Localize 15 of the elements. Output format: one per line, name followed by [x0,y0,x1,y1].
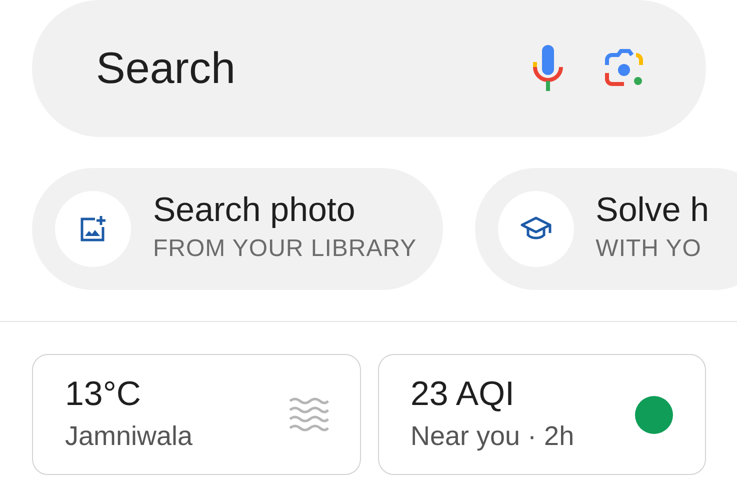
search-field[interactable]: Search [94,34,532,102]
add-image-icon [79,215,107,243]
weather-card[interactable]: 13°C Jamniwala [32,354,360,475]
graduation-cap-icon [520,216,552,242]
solve-homework-chip[interactable]: Solve h WITH YO [474,168,737,290]
card-subtitle: Jamniwala [65,420,193,454]
card-title: 23 AQI [410,374,516,416]
haze-icon [288,396,330,432]
microphone-icon[interactable] [532,44,564,92]
air-quality-card[interactable]: 23 AQI Near you · 2h [378,354,706,475]
card-subtitle: Near you · 2h [410,420,574,454]
search-bar[interactable]: Search [32,0,706,137]
camera-lens-icon[interactable] [604,48,646,88]
search-photo-chip[interactable]: Search photo FROM YOUR LIBRARY [32,168,443,290]
card-title: 13°C [65,374,142,416]
